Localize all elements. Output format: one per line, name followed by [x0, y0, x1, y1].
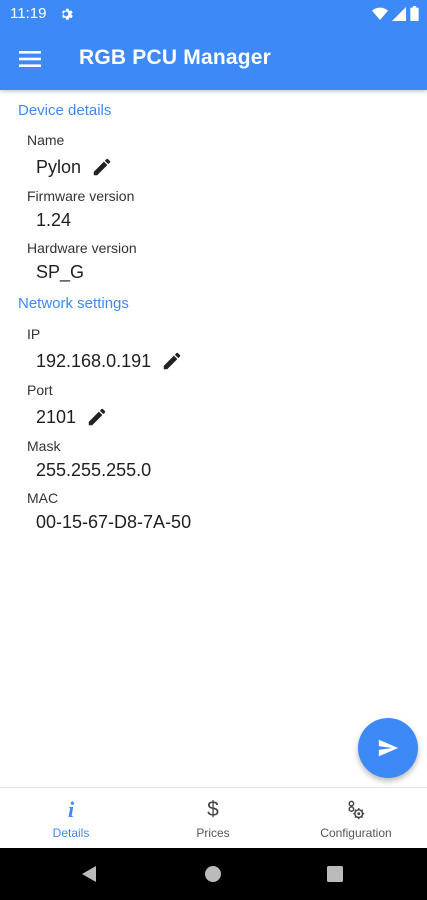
status-icons [372, 6, 419, 21]
home-icon[interactable] [204, 865, 222, 888]
info-icon: i [67, 797, 75, 822]
name-field: Pylon [36, 156, 113, 178]
hardware-label: Hardware version [27, 240, 137, 256]
nav-item-prices[interactable]: $ Prices [142, 788, 284, 849]
section-title-network-settings: Network settings [18, 295, 129, 312]
nav-item-details[interactable]: i Details [0, 788, 142, 849]
app-bar: RGB PCU Manager [0, 28, 427, 90]
firmware-label: Firmware version [27, 188, 135, 204]
dollar-icon: $ [207, 798, 219, 821]
mac-label: MAC [27, 490, 59, 506]
firmware-field: 1.24 [36, 210, 71, 231]
hardware-field: SP_G [36, 262, 84, 283]
system-navigation-bar [0, 848, 427, 900]
status-bar: 11:19 [0, 0, 427, 28]
back-icon[interactable] [80, 864, 100, 889]
send-icon [378, 739, 399, 757]
nav-label-details: Details [52, 826, 90, 840]
settings-status-icon [58, 6, 74, 27]
mask-value: 255.255.255.0 [36, 460, 152, 480]
edit-ip-icon[interactable] [161, 350, 183, 372]
mac-field: 00-15-67-D8-7A-50 [36, 512, 191, 533]
ip-label: IP [27, 326, 41, 342]
settings-icon [285, 798, 427, 822]
mac-value: 00-15-67-D8-7A-50 [36, 512, 192, 532]
status-time: 11:19 [10, 5, 47, 22]
wifi-icon [372, 7, 388, 20]
recents-icon[interactable] [327, 866, 343, 887]
name-label: Name [27, 132, 65, 148]
send-button[interactable] [358, 718, 418, 778]
menu-icon[interactable] [16, 45, 44, 73]
nav-label-prices: Prices [196, 826, 230, 840]
port-label: Port [27, 382, 53, 398]
bottom-navigation: i Details $ Prices Configuration [0, 787, 427, 849]
edit-port-icon[interactable] [86, 406, 108, 428]
ip-field: 192.168.0.191 [36, 350, 183, 372]
nav-label-configuration: Configuration [320, 826, 392, 840]
port-field: 2101 [36, 406, 108, 428]
mask-label: Mask [27, 438, 61, 454]
signal-icon [392, 6, 406, 21]
mask-field: 255.255.255.0 [36, 460, 151, 481]
nav-item-configuration[interactable]: Configuration [285, 788, 427, 849]
battery-icon [410, 6, 419, 21]
section-title-device-details: Device details [18, 102, 112, 119]
page-title: RGB PCU Manager [79, 46, 272, 69]
edit-name-icon[interactable] [91, 156, 113, 178]
port-value: 2101 [36, 406, 77, 427]
firmware-value: 1.24 [36, 210, 72, 230]
name-value: Pylon [36, 156, 82, 177]
hardware-value: SP_G [36, 262, 85, 282]
ip-value: 192.168.0.191 [36, 350, 152, 371]
